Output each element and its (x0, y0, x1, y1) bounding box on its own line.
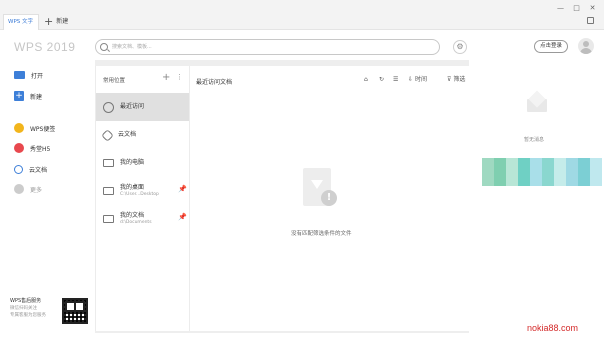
location-recent[interactable]: 最近访问 (96, 93, 189, 121)
location-documents-label: 我的文档 (120, 212, 145, 219)
nav-cloud-docs[interactable]: 云文档 (14, 163, 47, 175)
no-message-text: 暂无消息 (524, 137, 545, 143)
nav-wps-note-label: WPS便签 (30, 125, 56, 133)
show-icon (14, 143, 24, 153)
location-desktop-path: C:\User...Desktop (120, 192, 159, 197)
service-sub1: 微信扫码关注 (10, 306, 37, 311)
blurred-banner (482, 158, 604, 186)
service-title: WPS售后服务 (10, 298, 42, 304)
clock-icon (103, 101, 114, 113)
location-my-computer-label: 我的电脑 (120, 159, 145, 166)
sort-time-label: 时间 (414, 76, 427, 83)
location-documents-path: d:\Documents (120, 220, 152, 225)
nav-new-label: 新建 (30, 93, 43, 101)
note-icon (14, 123, 24, 133)
location-recent-label: 最近访问 (120, 103, 145, 110)
new-tab-button[interactable]: + 新建 (44, 15, 68, 29)
nav-show-h5-label: 秀堂H5 (30, 145, 51, 153)
plus-icon: + (44, 15, 54, 28)
empty-filter-icon: ! (303, 168, 339, 210)
nav-wps-note[interactable]: WPS便签 (14, 122, 55, 134)
cube-icon (101, 128, 114, 142)
login-button[interactable]: 点击登录 (534, 40, 568, 53)
nav-open[interactable]: 打开 (14, 69, 43, 81)
pin-icon[interactable]: 📌 (178, 213, 187, 221)
filter-button[interactable]: ⊽ 筛选 (447, 76, 465, 84)
more-options-icon[interactable]: ⋮ (176, 73, 183, 81)
file-list-title: 最近访问文档 (196, 79, 233, 86)
nav-more[interactable]: 更多 (14, 183, 42, 195)
after-sales-service: WPS售后服务 微信扫码关注 专属客服为您服务 (10, 298, 46, 319)
new-tab-label: 新建 (56, 18, 69, 25)
qr-code-icon (62, 298, 88, 324)
settings-gear-icon[interactable]: ⚙ (453, 40, 467, 54)
nav-new[interactable]: + 新建 (14, 90, 42, 102)
nav-open-label: 打开 (31, 72, 44, 80)
minimize-button[interactable]: — (556, 4, 565, 12)
watermark: nokia88.com (527, 323, 579, 333)
location-my-computer[interactable]: 我的电脑 (96, 149, 189, 177)
location-desktop-label: 我的桌面 (120, 184, 145, 191)
refresh-icon[interactable]: ↻ (379, 76, 384, 84)
monitor-icon (103, 159, 114, 167)
folder-icon (14, 71, 25, 79)
nav-cloud-docs-label: 云文档 (29, 166, 48, 174)
sort-time-button[interactable]: ⇩ 时间 (408, 76, 427, 84)
locations-header: 常用位置 (103, 78, 126, 84)
cloud-icon (14, 164, 23, 174)
add-location-icon[interactable]: + (162, 72, 170, 83)
filter-label: 筛选 (453, 76, 466, 83)
tab-wps-writer[interactable]: WPS 文字 (3, 14, 39, 30)
location-desktop[interactable]: 我的桌面 C:\User...Desktop (96, 177, 189, 205)
location-cloud-label: 云文档 (118, 131, 137, 138)
avatar[interactable] (578, 38, 594, 54)
location-cloud[interactable]: 云文档 (96, 121, 189, 149)
left-nav: 打开 + 新建 WPS便签 秀堂H5 云文档 更多 WPS售后服务 微信扫码关注… (0, 30, 95, 324)
title-bar: WPS 文字 + 新建 — □ ✕ (0, 0, 604, 30)
search-input[interactable]: 搜索文档、模板... (95, 39, 440, 55)
empty-state-text: 没有匹配筛选条件的文件 (291, 231, 352, 237)
close-button[interactable]: ✕ (588, 4, 597, 12)
desktop-icon (103, 187, 114, 195)
nav-more-label: 更多 (30, 186, 43, 194)
location-documents[interactable]: 我的文档 d:\Documents (96, 205, 189, 233)
search-placeholder: 搜索文档、模板... (112, 44, 152, 50)
documents-icon (103, 215, 114, 223)
service-sub2: 专属客服为您服务 (10, 313, 46, 318)
nav-show-h5[interactable]: 秀堂H5 (14, 142, 50, 154)
home-icon[interactable]: ⌂ (364, 76, 368, 84)
search-icon (100, 43, 108, 51)
plus-icon: + (14, 91, 24, 101)
more-icon (14, 184, 24, 194)
window-mode-icon[interactable] (587, 17, 594, 24)
pin-icon[interactable]: 📌 (178, 185, 187, 193)
list-view-icon[interactable]: ☰ (393, 76, 398, 84)
envelope-icon (526, 91, 548, 113)
maximize-button[interactable]: □ (572, 4, 581, 12)
